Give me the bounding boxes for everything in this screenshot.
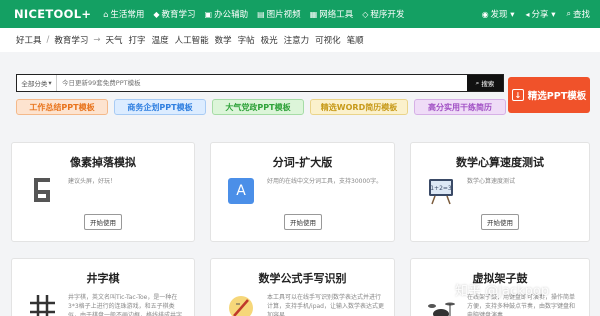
start-button[interactable]: 开始使用 bbox=[84, 214, 122, 230]
tic-tac-toe-icon bbox=[26, 291, 58, 316]
network-icon: ▦ bbox=[309, 9, 318, 19]
tool-card[interactable]: 像素掉落模拟 建议头屏，好玩！ 开始使用 bbox=[11, 142, 195, 242]
logo-text: NICETOOL+ bbox=[14, 7, 92, 21]
search-button[interactable]: ⌕ 搜索 bbox=[467, 75, 503, 91]
breadcrumb-section[interactable]: 教育学习 bbox=[54, 34, 88, 46]
share-icon: ◂ bbox=[525, 9, 530, 19]
promo-tag-label: 商务企划PPT模板 bbox=[127, 102, 193, 112]
breadcrumb-separator: → bbox=[93, 35, 101, 45]
promo-tags: 工作总结PPT模板 商务企划PPT模板 大气党政PPT模板 精选WORD简历模板… bbox=[16, 99, 506, 115]
tag-link[interactable]: 极光 bbox=[261, 34, 278, 46]
promo-tag-work-summary[interactable]: 工作总结PPT模板 bbox=[16, 99, 108, 115]
search-icon: ⌕ bbox=[566, 9, 571, 18]
code-icon: ◇ bbox=[362, 9, 369, 19]
image-icon: ▤ bbox=[257, 9, 265, 19]
tool-card[interactable]: 分词-扩大版 A 好用的在线中文分词工具，支持30000字。 开始使用 bbox=[210, 142, 395, 242]
promo-tag-label: 高分实用干练简历 bbox=[428, 102, 492, 112]
find-button[interactable]: ⌕ 查找 bbox=[567, 8, 591, 20]
nav-menu: ⌂ 生活常用 ◆ 教育学习 ▣ 办公辅助 ▤ 图片视频 ▦ 网络工具 ◇ 程序开发 bbox=[103, 8, 405, 21]
promo-tag-resume[interactable]: 高分实用干练简历 bbox=[414, 99, 506, 115]
card-description: 井字棋，英文名叫Tic-Tac-Toe，是一种在3*3格子上进行的连珠游戏，和五… bbox=[68, 294, 183, 316]
top-nav: NICETOOL+ ⌂ 生活常用 ◆ 教育学习 ▣ 办公辅助 ▤ 图片视频 ▦ 网络工具 … bbox=[0, 0, 600, 28]
nav-item-office[interactable]: ▣ 办公辅助 bbox=[204, 8, 249, 21]
math-board-icon: 1+2=3 bbox=[425, 175, 457, 207]
promo-tag-label: 精选WORD简历模板 bbox=[320, 102, 398, 112]
start-button[interactable]: 开始使用 bbox=[284, 214, 322, 230]
nav-item-life[interactable]: ⌂ 生活常用 bbox=[103, 8, 145, 21]
nav-label: 查找 bbox=[572, 10, 590, 20]
tag-link[interactable]: 字帖 bbox=[238, 34, 255, 46]
watermark: 知乎 @Jackpop bbox=[455, 284, 550, 299]
nav-label: 图片视频 bbox=[266, 10, 301, 20]
nav-label: 生活常用 bbox=[110, 10, 145, 20]
chevron-down-icon: ▾ bbox=[48, 79, 52, 87]
nav-right: ◉ 发现 ▾ ◂ 分享 ▾ ⌕ 查找 bbox=[482, 0, 590, 28]
nav-label: 办公辅助 bbox=[214, 10, 249, 20]
card-title: 分词-扩大版 bbox=[272, 156, 333, 169]
tag-link[interactable]: 天气 bbox=[106, 34, 123, 46]
breadcrumb-separator: / bbox=[46, 35, 50, 45]
card-title: 数学心算速度测试 bbox=[456, 156, 544, 169]
promo-tag-label: 大气党政PPT模板 bbox=[225, 102, 291, 112]
download-icon: ↓ bbox=[511, 89, 524, 101]
home-icon: ⌂ bbox=[103, 9, 109, 19]
promo-tag-word-resume[interactable]: 精选WORD简历模板 bbox=[310, 99, 408, 115]
card-title: 数学公式手写识别 bbox=[258, 272, 347, 285]
nav-item-education[interactable]: ◆ 教育学习 bbox=[153, 8, 196, 21]
nav-label: 网络工具 bbox=[319, 10, 354, 20]
start-button-label: 开始使用 bbox=[90, 219, 116, 227]
breadcrumb-home[interactable]: 好工具 bbox=[16, 34, 42, 46]
card-description: 本工具可以在线手写识别数学表达式并进行计算，支持手机/ipad，让输入数学表达式… bbox=[267, 294, 384, 316]
category-label: 全部分类 bbox=[21, 80, 48, 88]
tag-link[interactable]: 温度 bbox=[152, 34, 169, 46]
promo-tag-business[interactable]: 商务企划PPT模板 bbox=[114, 99, 206, 115]
promo-tag-party[interactable]: 大气党政PPT模板 bbox=[212, 99, 304, 115]
svg-text:1+2=3: 1+2=3 bbox=[430, 185, 452, 192]
tool-card[interactable]: 井字棋 井字棋，英文名叫Tic-Tac-Toe，是一种在3*3格子上进行的连珠游… bbox=[11, 258, 195, 316]
search-button-label: 搜索 bbox=[481, 80, 495, 88]
card-description: 数学心算速度测试 bbox=[467, 178, 516, 185]
pixel-six-icon bbox=[26, 175, 58, 207]
tag-link[interactable]: 数学 bbox=[215, 34, 232, 46]
tool-card[interactable]: 数学公式手写识别 本工具可以在线手写识别数学表达式并进行计算，支持手机/ipad… bbox=[210, 258, 395, 316]
search-area: 全部分类 ▾ ⌕ 搜索 ↓ 精选PPT模板 工作总结PPT模板 商务企划PPT模… bbox=[10, 68, 590, 124]
category-select[interactable]: 全部分类 ▾ bbox=[17, 75, 57, 91]
tag-link[interactable]: 人工智能 bbox=[175, 34, 209, 46]
card-description: 建议头屏，好玩！ bbox=[68, 178, 117, 185]
tag-link[interactable]: 可视化 bbox=[315, 34, 341, 46]
site-logo[interactable]: NICETOOL+ bbox=[14, 7, 91, 21]
card-title: 井字棋 bbox=[86, 272, 120, 285]
tool-card[interactable]: 数学心算速度测试 1+2=3 数学心算速度测试 开始使用 bbox=[410, 142, 590, 242]
start-button-label: 开始使用 bbox=[487, 219, 513, 227]
nav-item-network[interactable]: ▦ 网络工具 bbox=[309, 8, 354, 21]
nav-label: 程序开发 bbox=[370, 10, 405, 20]
nav-label: 教育学习 bbox=[161, 10, 196, 20]
drum-kit-icon bbox=[425, 291, 457, 316]
featured-ppt-label: 精选PPT模板 bbox=[527, 91, 587, 102]
promo-tag-label: 工作总结PPT模板 bbox=[29, 102, 95, 112]
tag-link[interactable]: 注意力 bbox=[284, 34, 310, 46]
start-button-label: 开始使用 bbox=[290, 219, 316, 227]
search-icon: ⌕ bbox=[475, 78, 480, 87]
share-menu[interactable]: ◂ 分享 ▾ bbox=[525, 8, 556, 21]
discover-icon: ◉ bbox=[481, 9, 489, 19]
card-description: 好用的在线中文分词工具，支持30000字。 bbox=[267, 178, 383, 185]
letter-a-icon: A bbox=[225, 175, 257, 207]
featured-ppt-button[interactable]: ↓ 精选PPT模板 bbox=[508, 77, 590, 113]
start-button[interactable]: 开始使用 bbox=[481, 214, 519, 230]
office-icon: ▣ bbox=[204, 9, 213, 19]
nav-item-dev[interactable]: ◇ 程序开发 bbox=[362, 8, 405, 21]
nav-label: 发现 ▾ bbox=[490, 10, 515, 20]
nav-label: 分享 ▾ bbox=[531, 10, 556, 20]
nav-item-media[interactable]: ▤ 图片视频 bbox=[257, 8, 301, 21]
handwriting-icon bbox=[225, 291, 257, 316]
tag-link[interactable]: 笔顺 bbox=[347, 34, 364, 46]
discover-menu[interactable]: ◉ 发现 ▾ bbox=[481, 8, 515, 21]
breadcrumb: 好工具 / 教育学习 → 天气 打字 温度 人工智能 数学 字帖 极光 注意力 … bbox=[0, 28, 600, 52]
card-title: 像素掉落模拟 bbox=[70, 156, 136, 169]
graduation-cap-icon: ◆ bbox=[153, 9, 160, 19]
search-input[interactable] bbox=[57, 75, 467, 91]
search-bar: 全部分类 ▾ ⌕ 搜索 bbox=[16, 74, 504, 92]
tag-link[interactable]: 打字 bbox=[129, 34, 146, 46]
